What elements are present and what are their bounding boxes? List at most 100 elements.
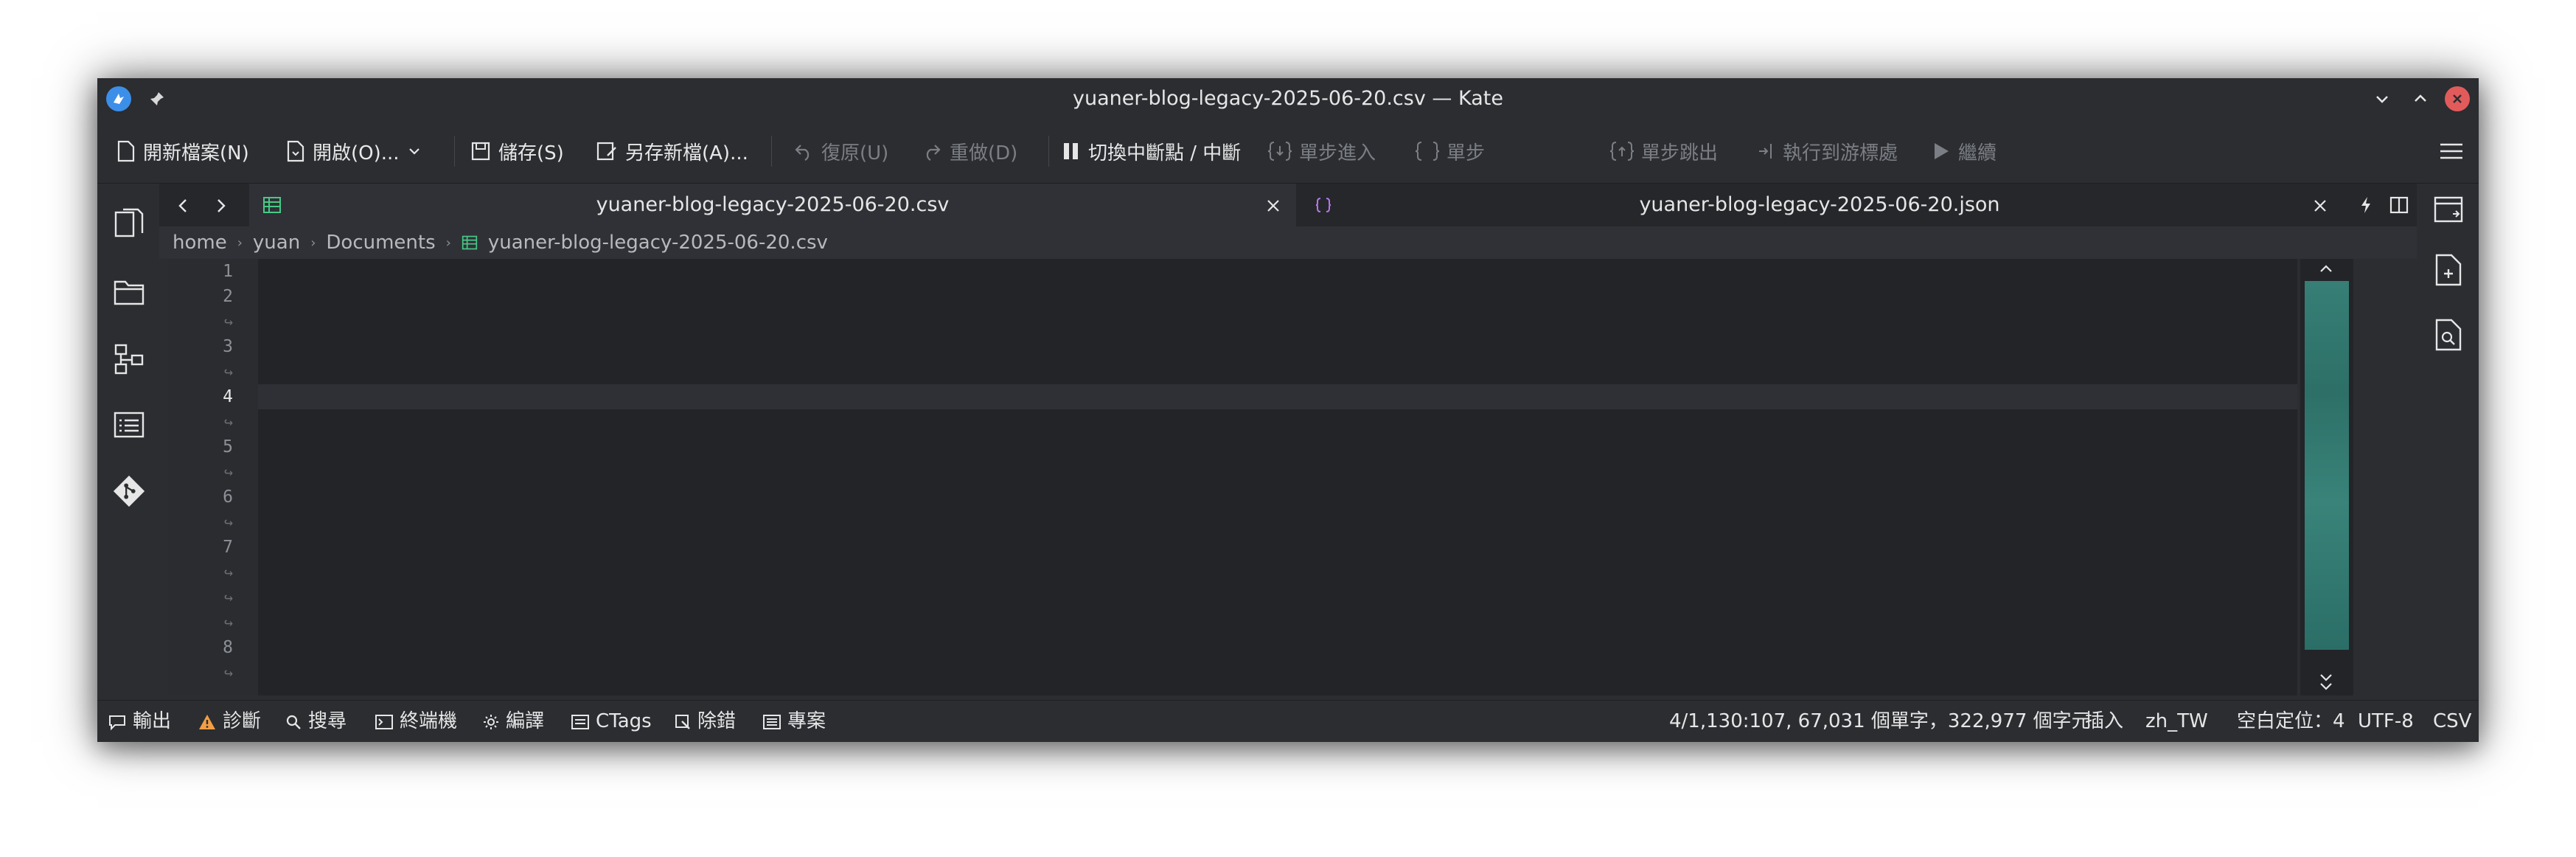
project-button[interactable]: 專案 — [762, 701, 826, 742]
toggle-breakpoint-button[interactable]: 切換中斷點 / 中斷 — [1062, 136, 1241, 167]
close-window-icon[interactable] — [2445, 86, 2470, 111]
search-document-icon[interactable] — [2431, 318, 2465, 352]
right-sidebar — [2417, 184, 2479, 700]
step-out-button[interactable]: 單步跳出 — [1610, 136, 1718, 167]
line-number-gutter: 1 2 ↪ 3 ↪ 4 ↪ 5 ↪ 6 ↪ 7 ↪ ↪ ↪ 8 ↪ — [168, 259, 258, 695]
split-view-icon[interactable] — [2387, 194, 2411, 216]
breadcrumb-folder[interactable]: Documents — [326, 232, 435, 254]
build-button[interactable]: 編譯 — [482, 701, 544, 742]
wrap-indicator-icon: ↪ — [223, 614, 233, 631]
continue-label: 繼續 — [1958, 142, 1997, 164]
output-label: 輸出 — [133, 710, 172, 732]
document-preview-icon[interactable] — [2431, 192, 2465, 226]
code-area[interactable] — [258, 259, 2297, 695]
tab-json-label: yuaner-blog-legacy-2025-06-20.json — [1639, 193, 2000, 216]
minimap[interactable] — [2300, 259, 2353, 695]
save-as-button[interactable]: 另存新檔(A)... — [596, 136, 748, 167]
step-in-label: 單步進入 — [1299, 142, 1376, 164]
output-button[interactable]: 輸出 — [108, 701, 171, 742]
hamburger-menu-button[interactable] — [2439, 136, 2464, 167]
diagnostics-label: 診斷 — [223, 710, 262, 732]
save-icon — [471, 142, 490, 161]
project-icon — [763, 714, 781, 729]
breadcrumb-user[interactable]: yuan — [253, 232, 300, 254]
documents-icon[interactable] — [112, 206, 146, 240]
indentation-setting[interactable]: 空白定位：4 — [2237, 701, 2345, 742]
step-button[interactable]: 單步 — [1416, 136, 1485, 167]
project-label: 專案 — [787, 710, 826, 732]
input-mode[interactable]: 插入 — [2085, 701, 2123, 742]
close-tab-icon[interactable] — [1265, 198, 1281, 214]
breadcrumb-home[interactable]: home — [173, 232, 227, 254]
scroll-up-icon[interactable] — [2318, 262, 2334, 275]
pin-icon[interactable] — [143, 85, 171, 113]
open-file-icon — [287, 140, 304, 162]
tab-csv[interactable]: yuaner-blog-legacy-2025-06-20.csv — [249, 184, 1296, 226]
wrap-indicator-icon: ↪ — [223, 664, 233, 681]
search-label: 搜尋 — [308, 710, 347, 732]
minimap-viewport[interactable] — [2305, 281, 2349, 650]
folder-icon[interactable] — [112, 275, 146, 309]
line-number: 8 — [223, 638, 233, 657]
file-type-setting[interactable]: CSV — [2433, 701, 2471, 742]
kate-window: yuaner-blog-legacy-2025-06-20.csv — Kate — [97, 78, 2479, 742]
cursor-position[interactable]: 4/1,130:107, 67,031 個單字，322,977 個字元 — [1669, 701, 2091, 742]
build-gear-icon — [484, 714, 498, 729]
git-icon[interactable] — [112, 474, 146, 508]
breadcrumb-file[interactable]: yuaner-blog-legacy-2025-06-20.csv — [488, 232, 828, 254]
step-in-button[interactable]: 單步進入 — [1268, 136, 1376, 167]
chevron-down-icon[interactable] — [407, 144, 422, 159]
wrap-indicator-icon: ↪ — [223, 563, 233, 581]
scroll-down-icon[interactable] — [2318, 672, 2334, 694]
csv-file-icon — [462, 235, 478, 250]
breadcrumb-separator-icon: › — [445, 235, 451, 251]
tab-json[interactable]: yuaner-blog-legacy-2025-06-20.json — [1296, 184, 2343, 226]
diagnostics-button[interactable]: 診斷 — [198, 701, 261, 742]
close-tab-icon[interactable] — [2312, 198, 2328, 214]
search-button[interactable]: 搜尋 — [285, 701, 347, 742]
minimize-icon[interactable] — [2368, 85, 2396, 113]
current-line-highlight — [258, 384, 2297, 409]
encoding-setting[interactable]: UTF-8 — [2358, 701, 2414, 742]
back-icon[interactable] — [168, 191, 198, 221]
new-document-icon[interactable] — [2431, 253, 2465, 287]
build-label: 編譯 — [506, 710, 545, 732]
line-number: 5 — [223, 437, 233, 457]
open-file-button[interactable]: 開啟(O)... — [286, 136, 422, 167]
search-icon — [286, 715, 301, 729]
new-file-button[interactable]: 開新檔案(N) — [116, 136, 249, 167]
code-editor[interactable]: 1 2 ↪ 3 ↪ 4 ↪ 5 ↪ 6 ↪ 7 ↪ ↪ ↪ 8 ↪ — [168, 259, 2297, 695]
redo-icon — [926, 145, 941, 161]
title-bar: yuaner-blog-legacy-2025-06-20.csv — Kate — [97, 78, 2479, 119]
step-out-label: 單步跳出 — [1641, 142, 1719, 164]
save-button[interactable]: 儲存(S) — [470, 136, 564, 167]
save-label: 儲存(S) — [498, 142, 564, 164]
run-to-cursor-button[interactable]: 執行到游標處 — [1758, 136, 1898, 167]
continue-button[interactable]: 繼續 — [1932, 136, 1997, 167]
debug-button[interactable]: 除錯 — [674, 701, 736, 742]
forward-icon[interactable] — [206, 191, 236, 221]
kate-app-icon[interactable] — [106, 86, 131, 111]
redo-button[interactable]: 重做(D) — [922, 136, 1017, 167]
terminal-button[interactable]: 終端機 — [375, 701, 457, 742]
toolbar-separator — [454, 136, 455, 167]
dictionary-language[interactable]: zh_TW — [2145, 701, 2208, 742]
quick-open-icon[interactable] — [2355, 194, 2377, 216]
undo-icon — [795, 145, 810, 161]
undo-button[interactable]: 復原(U) — [793, 136, 888, 167]
symbols-list-icon[interactable] — [112, 408, 146, 442]
ctags-list-icon — [571, 714, 589, 729]
play-icon — [1935, 143, 1949, 159]
step-over-icon — [1416, 142, 1439, 161]
toggle-breakpoint-label: 切換中斷點 / 中斷 — [1088, 142, 1242, 164]
new-file-icon — [117, 140, 135, 162]
output-icon — [109, 715, 125, 730]
maximize-icon[interactable] — [2406, 85, 2434, 113]
terminal-label: 終端機 — [400, 710, 458, 732]
undo-label: 復原(U) — [821, 142, 889, 164]
wrap-indicator-icon: ↪ — [223, 589, 233, 606]
ctags-button[interactable]: CTags — [571, 701, 652, 742]
project-structure-icon[interactable] — [112, 341, 146, 375]
main-toolbar: 開新檔案(N) 開啟(O)... 儲存(S) 另存新檔(A)... 復原(U) … — [97, 119, 2479, 184]
pause-icon — [1064, 143, 1078, 159]
